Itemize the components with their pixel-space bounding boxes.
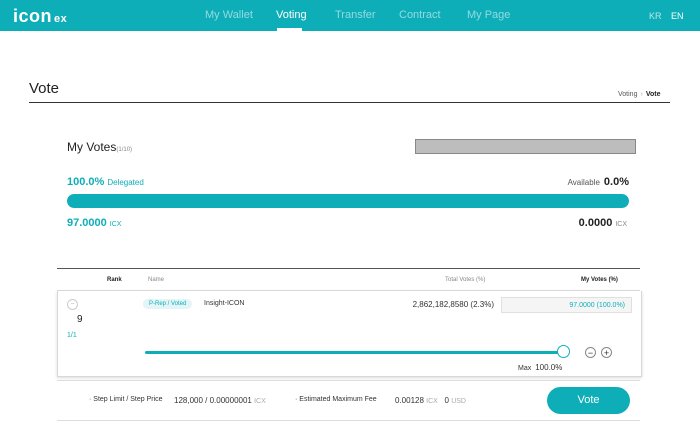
fee-label: · Estimated Maximum Fee <box>295 396 377 403</box>
delegated-icx: 97.0000 ICX <box>67 217 121 229</box>
delegated-icx-unit: ICX <box>109 221 122 228</box>
footer-bottom-rule <box>57 420 640 421</box>
available-summary: Available 0.0% <box>568 176 629 188</box>
title-divider <box>29 102 670 103</box>
max-label: Max <box>518 365 532 372</box>
delegated-icx-value: 97.0000 <box>67 217 107 229</box>
vote-slider-track[interactable] <box>145 351 566 354</box>
iconex-logo[interactable]: icon ex <box>13 6 67 27</box>
header-name: Name <box>148 277 165 283</box>
delegated-percent: 100.0% <box>67 176 105 188</box>
logo-suffix: ex <box>54 13 68 25</box>
available-icx-value: 0.0000 <box>578 217 613 229</box>
fee-icx-value: 0.00128 <box>395 396 424 405</box>
prep-total-votes: 2,862,182,8580 (2.3%) <box>412 300 494 309</box>
decrease-button[interactable]: − <box>585 347 596 358</box>
step-price-value: 0.00000001 <box>209 396 252 405</box>
delegated-summary: 100.0% Delegated <box>67 176 144 188</box>
fee-icx-unit: ICX <box>426 398 438 405</box>
chevron-right-icon: › <box>640 91 643 98</box>
header-my-votes[interactable]: My Votes (%) <box>581 277 618 283</box>
page-title: Vote <box>29 80 60 97</box>
table-top-rule <box>57 268 640 269</box>
breadcrumb: Voting › Vote <box>618 91 660 98</box>
delegated-label: Delegated <box>107 178 144 187</box>
max-indicator: Max 100.0% <box>518 363 562 372</box>
my-votes-label: My Votes <box>67 140 117 154</box>
delegation-progress-bar <box>67 194 629 208</box>
delegation-progress-fill <box>67 194 629 208</box>
prep-name[interactable]: Insight-ICON <box>204 300 244 307</box>
increase-button[interactable]: + <box>601 347 612 358</box>
fee-usd-value: 0 <box>444 396 449 405</box>
row-page-indicator: 1/1 <box>67 332 77 339</box>
max-value: 100.0% <box>535 363 563 372</box>
my-votes-title: My Votes(1/10) <box>67 140 132 154</box>
nav-my-wallet[interactable]: My Wallet <box>205 9 253 21</box>
header-total-votes[interactable]: Total Votes (%) <box>445 277 485 283</box>
nav-transfer[interactable]: Transfer <box>335 9 376 21</box>
available-icx-unit: ICX <box>615 221 627 228</box>
lang-kr[interactable]: KR <box>649 11 662 21</box>
nav-voting[interactable]: Voting <box>276 9 307 21</box>
fee-usd-unit: USD <box>451 398 466 405</box>
nav-my-page[interactable]: My Page <box>467 9 510 21</box>
available-icx: 0.0000 ICX <box>579 217 627 229</box>
nav-contract[interactable]: Contract <box>399 9 441 21</box>
top-navigation-bar: icon ex My Wallet Voting Transfer Contrac… <box>0 0 700 31</box>
fee-values: 0.00128 ICX 0 USD <box>395 396 466 405</box>
step-values: 128,000 / 0.00000001 ICX <box>174 396 266 405</box>
lang-en[interactable]: EN <box>671 11 684 21</box>
vote-button[interactable]: Vote <box>547 387 630 414</box>
my-votes-input[interactable]: 97.0000 (100.0%) <box>501 297 632 313</box>
step-label: · Step Limit / Step Price <box>89 396 163 403</box>
breadcrumb-current: Vote <box>645 91 661 98</box>
available-label: Available <box>567 178 600 187</box>
prep-rank: 9 <box>77 314 83 325</box>
logo-text: icon <box>13 6 53 26</box>
active-nav-indicator <box>277 28 302 31</box>
prep-status-badge: P-Rep / Voted <box>143 299 193 309</box>
redacted-address-bar <box>415 139 636 154</box>
step-unit: ICX <box>254 398 266 405</box>
vote-slider-handle[interactable] <box>557 345 570 358</box>
footer-top-rule <box>57 380 640 381</box>
breadcrumb-voting[interactable]: Voting <box>618 91 637 98</box>
my-votes-count: (1/10) <box>116 147 133 153</box>
remove-prep-icon[interactable]: – <box>67 299 78 310</box>
header-rank[interactable]: Rank <box>107 277 122 283</box>
available-percent: 0.0% <box>603 176 629 188</box>
step-limit-value: 128,000 <box>174 396 203 405</box>
